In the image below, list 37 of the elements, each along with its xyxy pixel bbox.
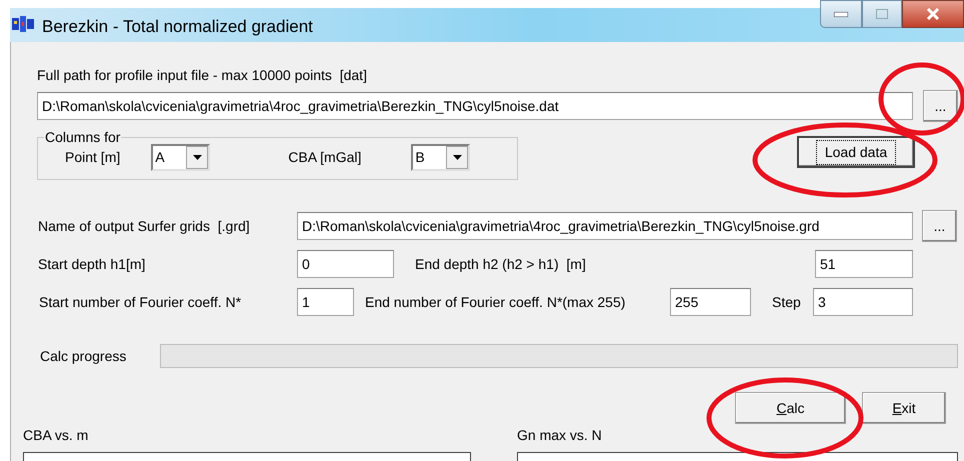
field-label: Full path for profile input file - max 10000 points [dat] [37,67,367,83]
close-icon [926,8,940,20]
browse-button[interactable]: ... [922,210,957,242]
chart-title: CBA vs. m [23,427,88,443]
field-label: Name of output Surfer grids [.grd] [38,216,251,236]
load-data-button[interactable]: Load data [797,136,915,168]
chart-title: Gn max vs. N [517,427,602,443]
minimize-icon [834,12,848,16]
input-field[interactable]: 3 [813,288,913,316]
field-label: End number of Fourier coeff. N*(max 255) [365,292,626,312]
browse-button[interactable]: ... [923,90,958,122]
field-label: Start depth h1[m] [38,254,146,274]
window-title: Berezkin - Total normalized gradient [42,16,313,38]
input-field[interactable]: D:\Roman\skola\cvicenia\gravimetria\4roc_gravimetria\Berezkin_TNG\cyl5noise.dat [37,92,913,120]
calc-button[interactable]: Calc [735,392,846,424]
field-label: Calc progress [40,346,128,366]
maximize-icon [876,9,888,19]
input-field[interactable]: 1 [297,288,354,316]
group-legend: Columns for [44,130,122,144]
dropdown[interactable]: B [411,144,470,171]
close-button[interactable] [902,0,964,28]
field-label: Point [m] [65,148,120,167]
maximize-button[interactable] [862,0,902,28]
dropdown-arrow-icon [452,155,462,160]
field-label: End depth h2 (h2 > h1) [m] [415,254,587,274]
dropdown[interactable]: A [151,144,210,171]
field-label: Start number of Fourier coeff. N* [39,292,242,312]
input-field[interactable]: 51 [815,250,913,278]
app-icon [12,16,34,32]
field-label: Step [772,292,802,312]
exit-button[interactable]: Exit [862,392,946,424]
dropdown-arrow-icon [192,155,202,160]
input-field[interactable]: 255 [670,288,751,316]
field-label: CBA [mGal] [288,148,362,167]
input-field[interactable]: 0 [297,250,394,278]
minimize-button[interactable] [820,0,862,28]
input-field[interactable]: D:\Roman\skola\cvicenia\gravimetria\4roc_gravimetria\Berezkin_TNG\cyl5noise.grd [297,212,913,240]
